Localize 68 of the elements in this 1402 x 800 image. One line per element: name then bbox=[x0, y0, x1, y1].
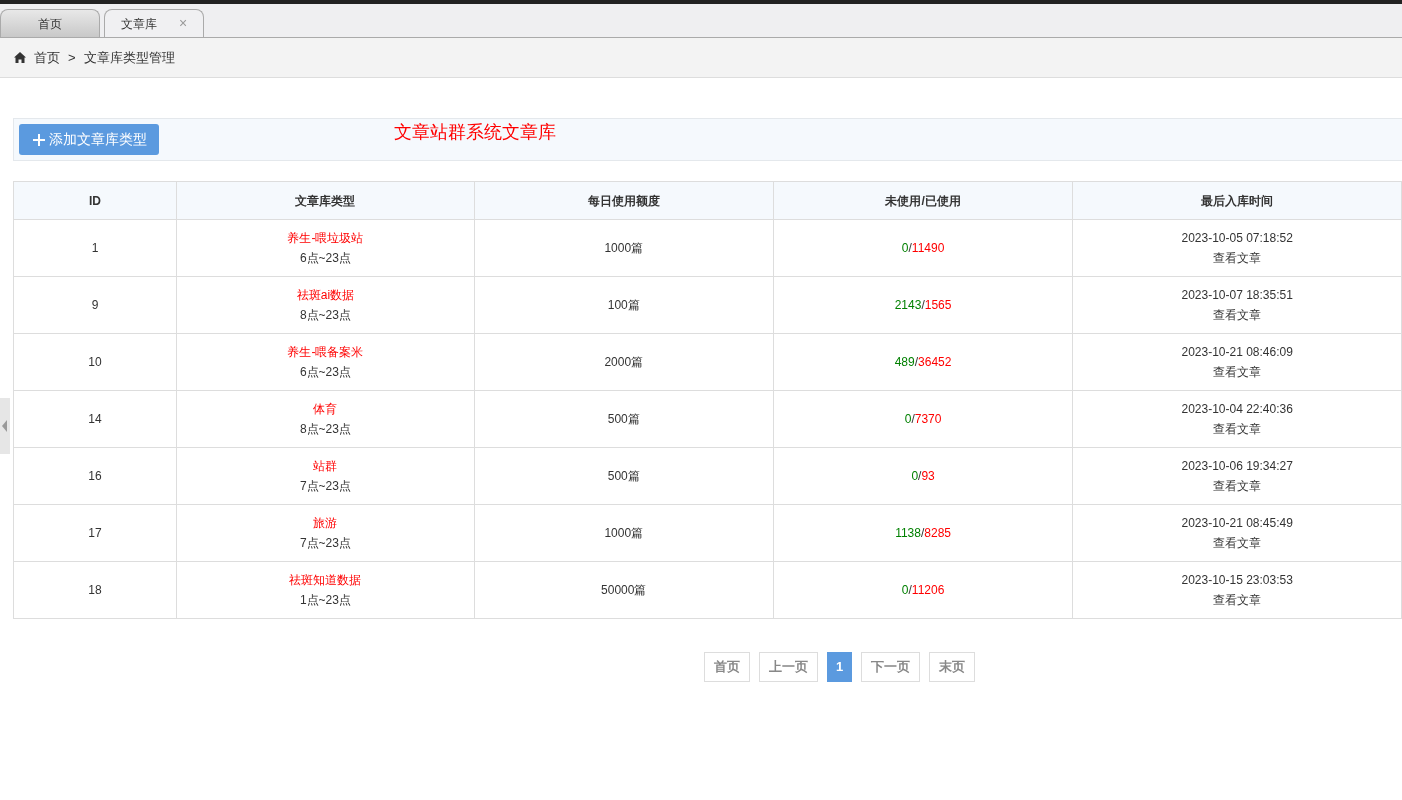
plus-icon bbox=[33, 133, 45, 146]
type-name: 养生-喂垃圾站 bbox=[287, 230, 364, 247]
page-button[interactable]: 上一页 bbox=[759, 652, 818, 682]
usage-count: 0/93 bbox=[911, 469, 935, 483]
view-articles-link[interactable]: 查看文章 bbox=[1213, 476, 1262, 496]
table-cell: 9 bbox=[13, 276, 177, 334]
table-cell: 1 bbox=[13, 219, 177, 277]
last-import-time: 2023-10-04 22:40:36 bbox=[1181, 401, 1293, 418]
schedule-hours: 8点~23点 bbox=[299, 421, 351, 438]
type-name: 旅游 bbox=[313, 515, 338, 532]
tab-label: 文章库 bbox=[120, 15, 157, 33]
breadcrumb-separator: > bbox=[68, 48, 76, 67]
view-articles-link[interactable]: 查看文章 bbox=[1213, 305, 1262, 325]
page-button[interactable]: 末页 bbox=[929, 652, 976, 682]
last-import-time: 2023-10-21 08:45:49 bbox=[1181, 515, 1293, 532]
tab[interactable]: 文章库 × bbox=[104, 9, 204, 37]
table-cell: 10 bbox=[13, 333, 177, 391]
last-import-time: 2023-10-06 19:34:27 bbox=[1181, 458, 1293, 475]
schedule-hours: 8点~23点 bbox=[299, 307, 351, 324]
table-cell: 500篇 bbox=[474, 390, 774, 448]
table-cell: 16 bbox=[13, 447, 177, 505]
table-cell: 17 bbox=[13, 504, 177, 562]
page-button[interactable]: 下一页 bbox=[861, 652, 921, 682]
usage-count: 0/11490 bbox=[901, 241, 945, 255]
view-articles-link[interactable]: 查看文章 bbox=[1213, 362, 1262, 382]
tab[interactable]: 首页 bbox=[0, 9, 100, 37]
type-name: 站群 bbox=[313, 458, 338, 475]
usage-count: 0/7370 bbox=[904, 412, 942, 426]
tab-label: 首页 bbox=[38, 15, 62, 33]
usage-count: 0/11206 bbox=[901, 583, 945, 597]
schedule-hours: 7点~23点 bbox=[299, 535, 351, 552]
column-header: 未使用/已使用 bbox=[773, 181, 1073, 220]
table-cell: 500篇 bbox=[474, 447, 774, 505]
schedule-hours: 6点~23点 bbox=[299, 364, 351, 381]
usage-count: 2143/1565 bbox=[894, 298, 952, 312]
view-articles-link[interactable]: 查看文章 bbox=[1213, 419, 1262, 439]
type-name: 祛斑ai数据 bbox=[296, 287, 355, 304]
usage-count: 489/36452 bbox=[894, 355, 952, 369]
last-import-time: 2023-10-05 07:18:52 bbox=[1181, 230, 1293, 247]
table-cell: 100篇 bbox=[474, 276, 774, 334]
breadcrumb-current: 文章库类型管理 bbox=[83, 48, 175, 67]
table-cell: 14 bbox=[13, 390, 177, 448]
table-cell: 1000篇 bbox=[474, 504, 774, 562]
schedule-hours: 1点~23点 bbox=[299, 592, 351, 609]
page-title: 文章站群系统文章库 bbox=[394, 121, 556, 144]
type-name: 体育 bbox=[313, 401, 338, 418]
table-cell: 1000篇 bbox=[474, 219, 774, 277]
schedule-hours: 6点~23点 bbox=[299, 250, 351, 267]
type-name: 养生-喂备案米 bbox=[287, 344, 364, 361]
table-cell: 2000篇 bbox=[474, 333, 774, 391]
column-header: 文章库类型 bbox=[176, 181, 475, 220]
home-icon bbox=[14, 52, 26, 63]
breadcrumb-link[interactable]: 首页 bbox=[34, 47, 60, 68]
column-header: 最后入库时间 bbox=[1072, 181, 1402, 220]
type-name: 祛斑知道数据 bbox=[289, 572, 362, 589]
view-articles-link[interactable]: 查看文章 bbox=[1213, 533, 1262, 553]
last-import-time: 2023-10-15 23:03:53 bbox=[1181, 572, 1293, 589]
view-articles-link[interactable]: 查看文章 bbox=[1213, 248, 1262, 268]
usage-count: 1138/8285 bbox=[895, 526, 951, 540]
table-cell: 18 bbox=[13, 561, 177, 619]
table-cell: 50000篇 bbox=[474, 561, 774, 619]
view-articles-link[interactable]: 查看文章 bbox=[1213, 590, 1262, 610]
last-import-time: 2023-10-21 08:46:09 bbox=[1181, 344, 1293, 361]
column-header: ID bbox=[13, 181, 177, 220]
page-button[interactable]: 首页 bbox=[704, 652, 750, 682]
column-header: 每日使用额度 bbox=[474, 181, 774, 220]
last-import-time: 2023-10-07 18:35:51 bbox=[1181, 287, 1293, 304]
schedule-hours: 7点~23点 bbox=[299, 478, 351, 495]
